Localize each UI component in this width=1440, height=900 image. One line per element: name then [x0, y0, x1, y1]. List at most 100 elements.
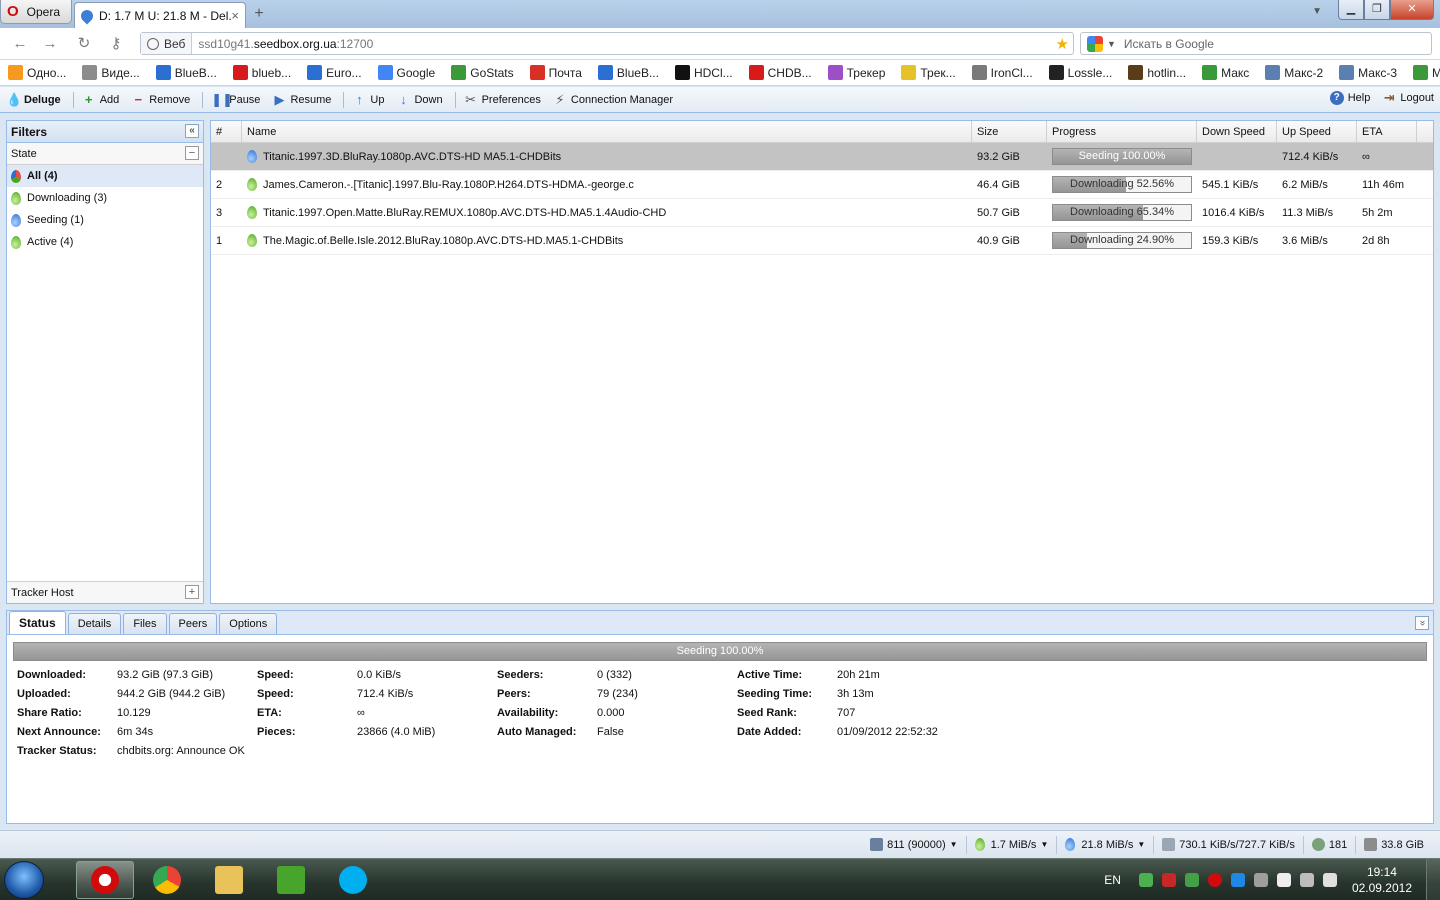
taskbar-opera[interactable] — [76, 861, 134, 899]
collapse-down-icon[interactable]: » — [1415, 616, 1429, 630]
bookmark-item[interactable]: Одно... — [8, 65, 66, 80]
resume-button[interactable]: ▶ Resume — [272, 91, 331, 107]
bookmark-item[interactable]: Почта — [529, 65, 582, 80]
taskbar-explorer[interactable] — [200, 861, 258, 899]
bookmark-item[interactable]: BlueB... — [155, 65, 217, 80]
bookmark-item[interactable]: hotlin... — [1128, 65, 1186, 80]
tray-app-icon[interactable] — [1161, 873, 1176, 887]
bookmark-item[interactable]: Google — [377, 65, 435, 80]
tab-close-icon[interactable]: × — [231, 8, 239, 23]
add-button[interactable]: + Add — [82, 92, 119, 107]
bookmark-item[interactable]: blueb... — [232, 65, 291, 80]
column-header-down-speed[interactable]: Down Speed — [1197, 121, 1277, 142]
bookmark-item[interactable]: Lossle... — [1048, 65, 1112, 80]
state-section-header[interactable]: State − — [7, 143, 203, 165]
network-tray-icon[interactable] — [1299, 873, 1314, 887]
tab-files[interactable]: Files — [123, 613, 167, 634]
address-url[interactable]: ssd10g41.seedbox.org.ua:12700 — [192, 37, 373, 51]
filter-item[interactable]: All (4) — [7, 165, 203, 187]
search-field[interactable]: ▼ Искать в Google — [1080, 32, 1432, 55]
taskbar-utorrent[interactable] — [262, 861, 320, 899]
bookmark-star-icon[interactable]: ★ — [1056, 35, 1069, 53]
tab-list-chevron-icon[interactable]: ▼ — [1312, 6, 1322, 17]
tab-options[interactable]: Options — [219, 613, 278, 634]
column-header-num[interactable]: # — [211, 121, 242, 142]
clock[interactable]: 19:14 02.09.2012 — [1352, 864, 1412, 896]
table-row[interactable]: 2 James.Cameron.-.[Titanic].1997.Blu-Ray.… — [211, 171, 1433, 199]
google-icon[interactable] — [1087, 35, 1103, 52]
remove-button[interactable]: − Remove — [131, 92, 191, 107]
bookmark-item[interactable]: Виде... — [82, 65, 140, 80]
table-row[interactable]: 3 Titanic.1997.Open.Matte.BluRay.REMUX.10… — [211, 199, 1433, 227]
torrent-state-icon — [247, 234, 257, 247]
state-filter-list: All (4) Downloading (3) Seeding (1) Active … — [7, 165, 203, 253]
close-window-button[interactable]: ✕ — [1390, 0, 1434, 20]
language-indicator[interactable]: EN — [1104, 873, 1121, 887]
preferences-button[interactable]: ✂ Preferences — [464, 92, 541, 107]
bookmark-item[interactable]: IronCl... — [971, 65, 1033, 80]
download-speed-status[interactable]: 1.7 MiB/s ▼ — [965, 835, 1057, 854]
pause-button[interactable]: ❚❚ Pause — [211, 92, 260, 107]
filter-item[interactable]: Downloading (3) — [7, 187, 203, 209]
bluetooth-icon[interactable] — [1230, 873, 1245, 887]
forward-arrow-icon[interactable]: → — [40, 34, 60, 54]
back-arrow-icon[interactable]: ← — [10, 34, 30, 54]
expand-section-icon[interactable]: + — [185, 585, 199, 599]
opera-menu-button[interactable]: O Opera — [0, 0, 72, 24]
bookmark-item[interactable]: Трекер — [827, 65, 885, 80]
upload-speed-status[interactable]: 21.8 MiB/s ▼ — [1056, 835, 1153, 854]
column-header-name[interactable]: Name — [242, 121, 972, 142]
tab-status[interactable]: Status — [9, 611, 66, 634]
bookmark-item[interactable]: Euro... — [307, 65, 362, 80]
logout-button[interactable]: ⇥ Logout — [1382, 91, 1434, 105]
reload-icon[interactable]: ↻ — [74, 34, 94, 54]
collapse-left-icon[interactable]: « — [185, 124, 199, 138]
column-header-size[interactable]: Size — [972, 121, 1047, 142]
column-header-progress[interactable]: Progress — [1047, 121, 1197, 142]
connections-status[interactable]: 811 (90000) ▼ — [862, 836, 965, 854]
key-icon[interactable]: ⚷ — [106, 34, 126, 54]
bookmark-item[interactable]: Макс-2 — [1265, 65, 1323, 80]
taskbar-chrome[interactable] — [138, 861, 196, 899]
maximize-button[interactable]: ❐ — [1364, 0, 1390, 20]
bookmark-item[interactable]: GoStats — [451, 65, 514, 80]
bookmark-item[interactable]: Трек... — [901, 65, 956, 80]
bookmark-item[interactable]: CHDB... — [748, 65, 812, 80]
bookmark-item[interactable]: HDCl... — [674, 65, 733, 80]
table-row[interactable]: 1 The.Magic.of.Belle.Isle.2012.BluRay.108… — [211, 227, 1433, 255]
new-tab-button[interactable]: + — [250, 5, 268, 23]
show-desktop-button[interactable] — [1426, 859, 1440, 900]
bookmark-item[interactable]: Макс-3 — [1339, 65, 1397, 80]
tracker-host-section-header[interactable]: Tracker Host + — [7, 581, 203, 603]
chevron-down-icon[interactable]: ▼ — [1107, 39, 1116, 49]
browser-tab-deluge[interactable]: D: 1.7 M U: 21.8 M - Del... × — [74, 2, 246, 28]
filter-item[interactable]: Seeding (1) — [7, 209, 203, 231]
taskbar-skype[interactable] — [324, 861, 382, 899]
bookmark-item[interactable]: Макс — [1202, 65, 1249, 80]
bookmark-item[interactable]: BlueB... — [597, 65, 659, 80]
tray-opera-icon[interactable] — [1207, 873, 1222, 887]
flag-icon[interactable] — [1276, 873, 1291, 887]
collapse-section-icon[interactable]: − — [185, 146, 199, 160]
connection-manager-button[interactable]: ⚡ Connection Manager — [553, 92, 673, 107]
queue-up-button[interactable]: ↑ Up — [352, 92, 384, 107]
tab-peers[interactable]: Peers — [168, 613, 218, 634]
help-button[interactable]: ? Help — [1329, 91, 1370, 105]
tab-details[interactable]: Details — [67, 613, 122, 634]
address-bar[interactable]: Веб ssd10g41.seedbox.org.ua:12700 ★ — [140, 32, 1074, 55]
start-button[interactable] — [4, 861, 44, 899]
site-info-badge[interactable]: Веб — [141, 33, 193, 54]
tray-app-icon[interactable] — [1138, 873, 1153, 887]
remove-label: Remove — [149, 93, 191, 106]
column-header-eta[interactable]: ETA — [1357, 121, 1417, 142]
play-icon: ▶ — [274, 91, 285, 107]
queue-down-button[interactable]: ↓ Down — [396, 92, 442, 107]
tray-app-icon[interactable] — [1184, 873, 1199, 887]
bookmark-item[interactable]: Мой — [1413, 65, 1440, 80]
column-header-up-speed[interactable]: Up Speed — [1277, 121, 1357, 142]
filter-item[interactable]: Active (4) — [7, 231, 203, 253]
minimize-button[interactable]: ▁ — [1338, 0, 1364, 20]
tray-app-icon[interactable] — [1253, 873, 1268, 887]
table-row[interactable]: Titanic.1997.3D.BluRay.1080p.AVC.DTS-HD … — [211, 143, 1433, 171]
volume-icon[interactable] — [1322, 873, 1337, 887]
